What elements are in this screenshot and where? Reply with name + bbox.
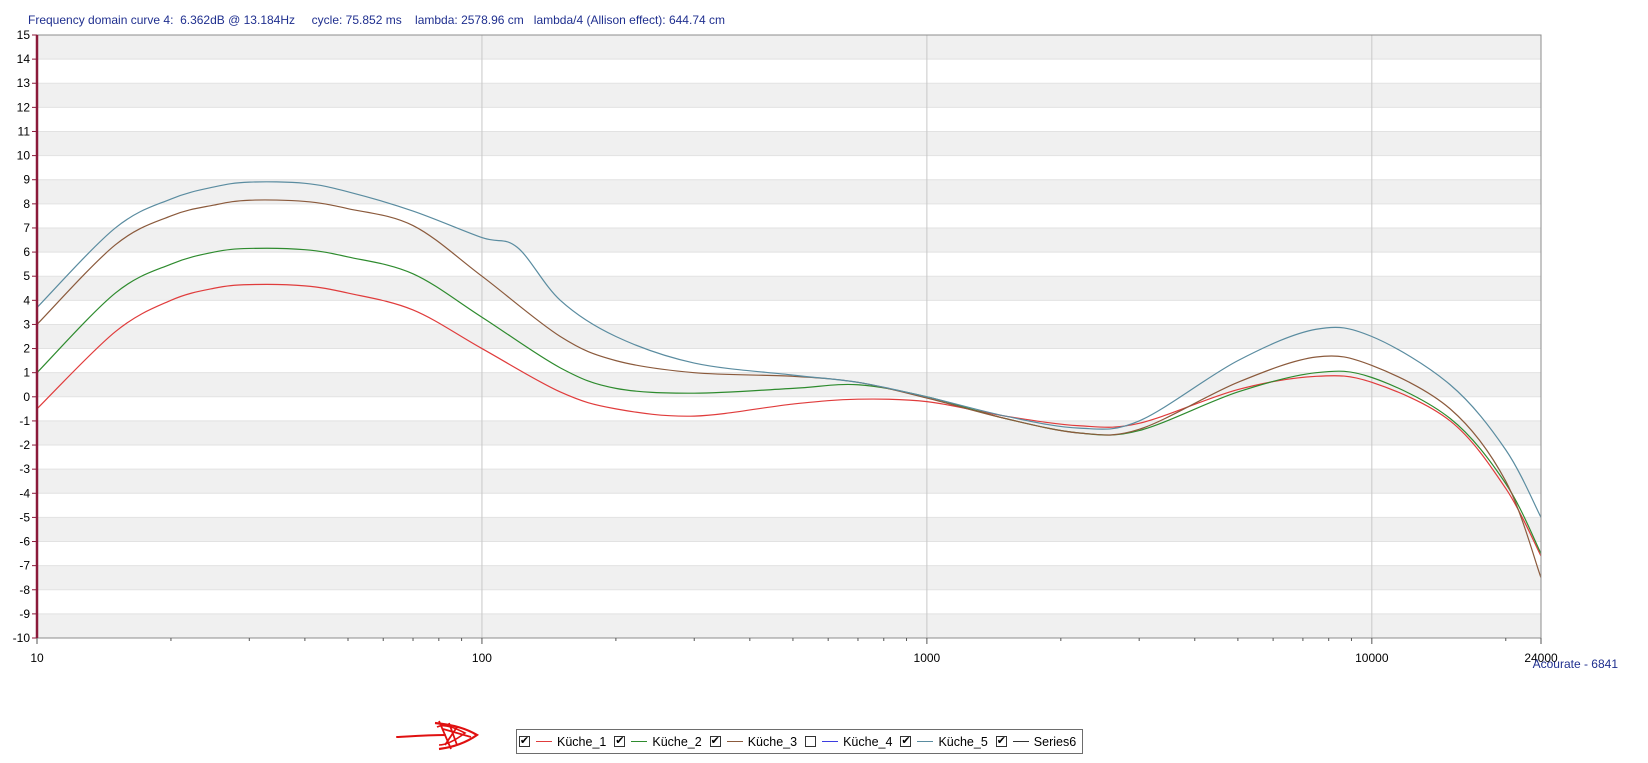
legend-checkbox[interactable]: ✔ <box>709 736 721 747</box>
plot-background-bands <box>37 35 1541 638</box>
legend-swatch <box>536 741 552 742</box>
frequency-response-chart[interactable]: 1514131211109876543210-1-2-3-4-5-6-7-8-9… <box>0 0 1648 763</box>
y-axis-ticks: 1514131211109876543210-1-2-3-4-5-6-7-8-9… <box>13 28 37 645</box>
red-arrow-annotation <box>396 720 480 751</box>
y-tick-label: 12 <box>17 100 31 114</box>
legend-swatch <box>822 741 839 742</box>
grid-band <box>37 420 1541 446</box>
x-tick-label: 1000 <box>914 651 941 665</box>
y-tick-label: 4 <box>23 293 30 307</box>
legend-checkbox[interactable]: ✔ <box>519 736 530 747</box>
grid-band <box>37 324 1541 349</box>
legend-label: Küche_2 <box>652 734 702 749</box>
y-tick-label: -9 <box>19 607 30 621</box>
x-tick-label: 100 <box>472 651 492 665</box>
legend-checkbox[interactable] <box>805 736 817 747</box>
legend-checkbox[interactable]: ✔ <box>614 736 626 747</box>
watermark-label: Acourate - 6841 <box>1533 657 1619 671</box>
y-tick-label: 5 <box>23 269 30 283</box>
legend-label: Küche_4 <box>843 734 893 749</box>
legend-label: Küche_3 <box>747 734 798 749</box>
legend-label: Küche_1 <box>557 734 607 749</box>
y-tick-label: 7 <box>23 221 30 235</box>
y-tick-label: -6 <box>19 535 30 549</box>
grid-band <box>37 517 1541 542</box>
y-tick-label: 6 <box>23 245 30 259</box>
y-tick-label: 9 <box>23 173 30 187</box>
legend-item-Küche_3[interactable]: ✔ Küche_3 <box>709 734 798 749</box>
y-tick-label: -2 <box>19 438 30 452</box>
x-tick-label: 10000 <box>1355 651 1389 665</box>
legend-item-Series6[interactable]: ✔ Series6 <box>995 734 1077 749</box>
grid-band <box>37 276 1541 301</box>
y-tick-label: 10 <box>17 149 31 163</box>
y-tick-label: -1 <box>19 414 30 428</box>
y-tick-label: 15 <box>17 28 31 42</box>
legend-label: Series6 <box>1033 734 1077 749</box>
y-tick-label: -3 <box>19 462 30 476</box>
legend-swatch <box>1012 741 1029 742</box>
y-tick-label: 11 <box>18 124 31 138</box>
grid-band <box>37 469 1541 494</box>
legend-item-Küche_5[interactable]: ✔ Küche_5 <box>900 734 988 749</box>
grid-band <box>37 83 1541 108</box>
legend-item-Küche_2[interactable]: ✔ Küche_2 <box>614 734 702 749</box>
grid-band <box>37 35 1541 60</box>
y-tick-label: 14 <box>17 52 31 66</box>
legend-checkbox[interactable]: ✔ <box>900 736 912 747</box>
legend-swatch <box>726 741 743 742</box>
legend-item-Küche_4[interactable]: Küche_4 <box>805 735 892 749</box>
y-tick-label: -5 <box>19 510 30 524</box>
y-tick-label: -10 <box>13 631 31 645</box>
grid-band <box>37 613 1541 638</box>
legend-item-Küche_1[interactable]: ✔ Küche_1 <box>519 735 606 749</box>
chart-legend: ✔ Küche_1 ✔ Küche_2 ✔ Küche_3 Küche_4 ✔ Küche_5 ✔… <box>516 729 1084 754</box>
legend-checkbox[interactable]: ✔ <box>995 736 1007 747</box>
y-tick-label: -8 <box>19 583 30 597</box>
legend-swatch <box>917 741 934 742</box>
legend-swatch <box>631 741 648 742</box>
y-tick-label: -4 <box>19 486 30 500</box>
grid-band <box>37 131 1541 156</box>
y-tick-label: 0 <box>23 390 30 404</box>
x-tick-label: 10 <box>30 651 44 665</box>
y-tick-label: 8 <box>23 197 30 211</box>
y-tick-label: -7 <box>19 559 30 573</box>
y-tick-label: 1 <box>23 366 30 380</box>
legend-label: Küche_5 <box>938 734 988 749</box>
y-tick-label: 2 <box>23 342 30 356</box>
y-tick-label: 13 <box>17 76 31 90</box>
x-axis-ticks: 10 100 1000 10000 24000 <box>30 638 1558 665</box>
y-tick-label: 3 <box>23 317 30 331</box>
grid-band <box>37 565 1541 590</box>
